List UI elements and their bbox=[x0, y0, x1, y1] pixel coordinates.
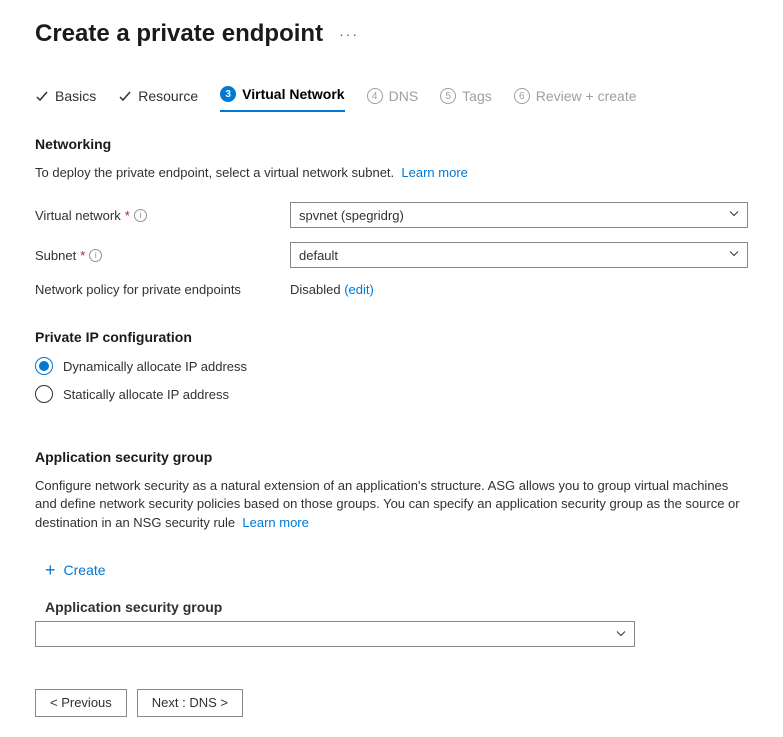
info-icon[interactable]: i bbox=[134, 209, 147, 222]
footer-buttons: < Previous Next : DNS > bbox=[35, 689, 748, 717]
tab-label: Basics bbox=[55, 88, 96, 104]
tab-basics[interactable]: Basics bbox=[35, 82, 96, 110]
learn-more-link[interactable]: Learn more bbox=[242, 515, 308, 530]
plus-icon: + bbox=[45, 560, 56, 581]
create-label: Create bbox=[64, 562, 106, 578]
ip-config-heading: Private IP configuration bbox=[35, 329, 748, 345]
virtual-network-row: Virtual network * i spvnet (spegridrg) bbox=[35, 202, 748, 228]
required-marker: * bbox=[80, 248, 85, 263]
radio-dynamic-ip[interactable]: Dynamically allocate IP address bbox=[35, 357, 748, 375]
step-number-icon: 6 bbox=[514, 88, 530, 104]
virtual-network-label: Virtual network * i bbox=[35, 208, 290, 223]
asg-column-label: Application security group bbox=[45, 599, 748, 615]
step-number-icon: 3 bbox=[220, 86, 236, 102]
radio-label: Dynamically allocate IP address bbox=[63, 359, 247, 374]
required-marker: * bbox=[125, 208, 130, 223]
network-policy-row: Network policy for private endpoints Dis… bbox=[35, 282, 748, 297]
subnet-row: Subnet * i default bbox=[35, 242, 748, 268]
subnet-select[interactable]: default bbox=[290, 242, 748, 268]
networking-description: To deploy the private endpoint, select a… bbox=[35, 164, 748, 182]
tab-resource[interactable]: Resource bbox=[118, 82, 198, 110]
tab-label: Review + create bbox=[536, 88, 637, 104]
step-number-icon: 4 bbox=[367, 88, 383, 104]
tab-virtual-network[interactable]: 3 Virtual Network bbox=[220, 80, 344, 112]
subnet-label: Subnet * i bbox=[35, 248, 290, 263]
subnet-select-button[interactable]: default bbox=[290, 242, 748, 268]
check-icon bbox=[35, 89, 49, 103]
tab-review-create[interactable]: 6 Review + create bbox=[514, 82, 637, 110]
radio-icon bbox=[35, 357, 53, 375]
asg-heading: Application security group bbox=[35, 449, 748, 465]
tab-dns[interactable]: 4 DNS bbox=[367, 82, 419, 110]
asg-select[interactable] bbox=[35, 621, 635, 649]
tab-label: DNS bbox=[389, 88, 419, 104]
check-icon bbox=[118, 89, 132, 103]
create-asg-button[interactable]: + Create bbox=[35, 552, 116, 589]
asg-select-button[interactable] bbox=[35, 621, 635, 647]
virtual-network-select-button[interactable]: spvnet (spegridrg) bbox=[290, 202, 748, 228]
tab-label: Resource bbox=[138, 88, 198, 104]
info-icon[interactable]: i bbox=[89, 249, 102, 262]
radio-label: Statically allocate IP address bbox=[63, 387, 229, 402]
edit-link[interactable]: (edit) bbox=[344, 282, 374, 297]
learn-more-link[interactable]: Learn more bbox=[401, 165, 467, 180]
next-button[interactable]: Next : DNS > bbox=[137, 689, 243, 717]
tab-tags[interactable]: 5 Tags bbox=[440, 82, 492, 110]
networking-heading: Networking bbox=[35, 136, 748, 152]
tab-label: Virtual Network bbox=[242, 86, 344, 102]
virtual-network-select[interactable]: spvnet (spegridrg) bbox=[290, 202, 748, 228]
step-number-icon: 5 bbox=[440, 88, 456, 104]
more-icon[interactable]: ··· bbox=[339, 26, 359, 42]
tab-label: Tags bbox=[462, 88, 492, 104]
radio-icon bbox=[35, 385, 53, 403]
asg-description: Configure network security as a natural … bbox=[35, 477, 748, 532]
page-title: Create a private endpoint bbox=[35, 20, 323, 48]
wizard-tabs: Basics Resource 3 Virtual Network 4 DNS … bbox=[35, 80, 748, 112]
network-policy-value: Disabled (edit) bbox=[290, 282, 374, 297]
network-policy-label: Network policy for private endpoints bbox=[35, 282, 290, 297]
radio-static-ip[interactable]: Statically allocate IP address bbox=[35, 385, 748, 403]
previous-button[interactable]: < Previous bbox=[35, 689, 127, 717]
